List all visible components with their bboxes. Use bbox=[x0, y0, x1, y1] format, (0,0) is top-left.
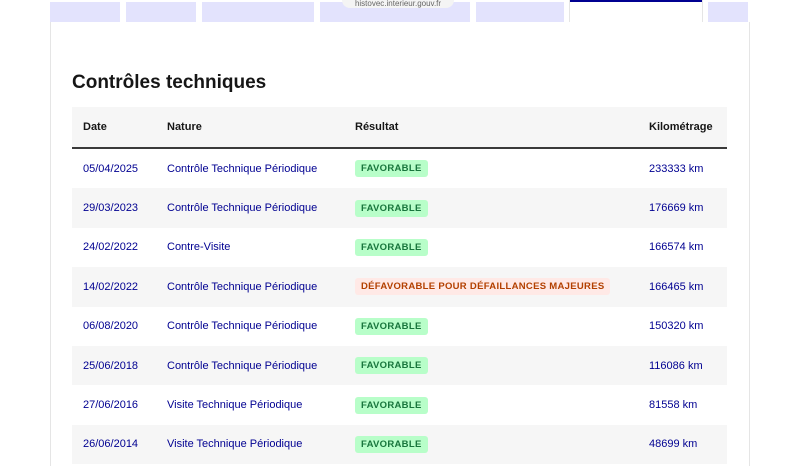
header-mileage: Kilométrage bbox=[649, 121, 713, 133]
result-badge: FAVORABLE bbox=[355, 435, 428, 453]
cell-mileage: 116086 km bbox=[649, 359, 703, 372]
result-badge: DÉFAVORABLE POUR DÉFAILLANCES MAJEURES bbox=[355, 278, 611, 296]
table-row: 27/06/2016 Visite Technique Périodique FAV… bbox=[72, 385, 727, 424]
header-date: Date bbox=[83, 121, 107, 133]
cell-mileage: 176669 km bbox=[649, 202, 704, 215]
cell-mileage: 150320 km bbox=[649, 320, 704, 333]
cell-result: FAVORABLE bbox=[355, 435, 649, 453]
cell-mileage: 48699 km bbox=[649, 438, 698, 451]
content-panel: Contrôles techniques Date Nature Résulta… bbox=[50, 22, 750, 466]
cell-date: 27/06/2016 bbox=[83, 399, 139, 412]
cell-mileage: 166574 km bbox=[649, 241, 704, 254]
tab-7[interactable] bbox=[708, 2, 748, 22]
result-badge: FAVORABLE bbox=[355, 238, 428, 256]
tab-2[interactable] bbox=[126, 2, 196, 22]
table-header: Date Nature Résultat Kilométrage bbox=[72, 107, 727, 149]
cell-date: 25/06/2018 bbox=[83, 359, 139, 372]
table-body: 05/04/2025 Contrôle Technique Périodique F… bbox=[72, 149, 727, 465]
cell-nature: Contrôle Technique Périodique bbox=[167, 359, 318, 372]
table-row: 26/06/2014 Visite Technique Périodique FAV… bbox=[72, 424, 727, 465]
technical-inspections-table: Date Nature Résultat Kilométrage 05/04/2… bbox=[72, 107, 727, 465]
cell-date: 24/02/2022 bbox=[83, 241, 139, 254]
cell-nature: Contrôle Technique Périodique bbox=[167, 202, 318, 215]
result-badge: FAVORABLE bbox=[355, 199, 428, 217]
cell-result: FAVORABLE bbox=[355, 160, 649, 178]
page-title: Contrôles techniques bbox=[72, 72, 267, 93]
cell-result: DÉFAVORABLE POUR DÉFAILLANCES MAJEURES bbox=[355, 278, 649, 296]
cell-result: FAVORABLE bbox=[355, 238, 649, 256]
result-badge: FAVORABLE bbox=[355, 160, 428, 178]
cell-result: FAVORABLE bbox=[355, 317, 649, 335]
tab-5[interactable] bbox=[476, 2, 564, 22]
tab-1[interactable] bbox=[50, 2, 120, 22]
result-badge: FAVORABLE bbox=[355, 317, 428, 335]
cell-mileage: 166465 km bbox=[649, 280, 704, 293]
table-row: 05/04/2025 Contrôle Technique Périodique F… bbox=[72, 149, 727, 188]
cell-nature: Contrôle Technique Périodique bbox=[167, 162, 318, 175]
cell-date: 26/06/2014 bbox=[83, 438, 139, 451]
table-row: 29/03/2023 Contrôle Technique Périodique F… bbox=[72, 188, 727, 228]
cell-nature: Contrôle Technique Périodique bbox=[167, 320, 318, 333]
cell-nature: Contre-Visite bbox=[167, 241, 231, 254]
cell-result: FAVORABLE bbox=[355, 199, 649, 217]
cell-nature: Visite Technique Périodique bbox=[167, 438, 303, 451]
cell-date: 06/08/2020 bbox=[83, 320, 139, 333]
cell-result: FAVORABLE bbox=[355, 396, 649, 414]
cell-date: 05/04/2025 bbox=[83, 162, 139, 175]
cell-nature: Visite Technique Périodique bbox=[167, 399, 303, 412]
table-row: 14/02/2022 Contrôle Technique Périodique D… bbox=[72, 267, 727, 307]
result-badge: FAVORABLE bbox=[355, 396, 428, 414]
table-row: 25/06/2018 Contrôle Technique Périodique F… bbox=[72, 345, 727, 386]
header-result: Résultat bbox=[355, 121, 399, 133]
cell-mileage: 233333 km bbox=[649, 162, 704, 175]
tab-3[interactable] bbox=[202, 2, 314, 22]
cell-date: 29/03/2023 bbox=[83, 202, 139, 215]
cell-nature: Contrôle Technique Périodique bbox=[167, 280, 318, 293]
table-row: 24/02/2022 Contre-Visite FAVORABLE 166574 k… bbox=[72, 228, 727, 267]
table-row: 06/08/2020 Contrôle Technique Périodique F… bbox=[72, 307, 727, 346]
tab-controles-techniques[interactable] bbox=[570, 0, 702, 22]
cell-result: FAVORABLE bbox=[355, 357, 649, 375]
cell-mileage: 81558 km bbox=[649, 399, 698, 412]
header-nature: Nature bbox=[167, 121, 202, 133]
url-bar[interactable]: histovec.interieur.gouv.fr bbox=[342, 0, 454, 8]
cell-date: 14/02/2022 bbox=[83, 280, 139, 293]
result-badge: FAVORABLE bbox=[355, 357, 428, 375]
